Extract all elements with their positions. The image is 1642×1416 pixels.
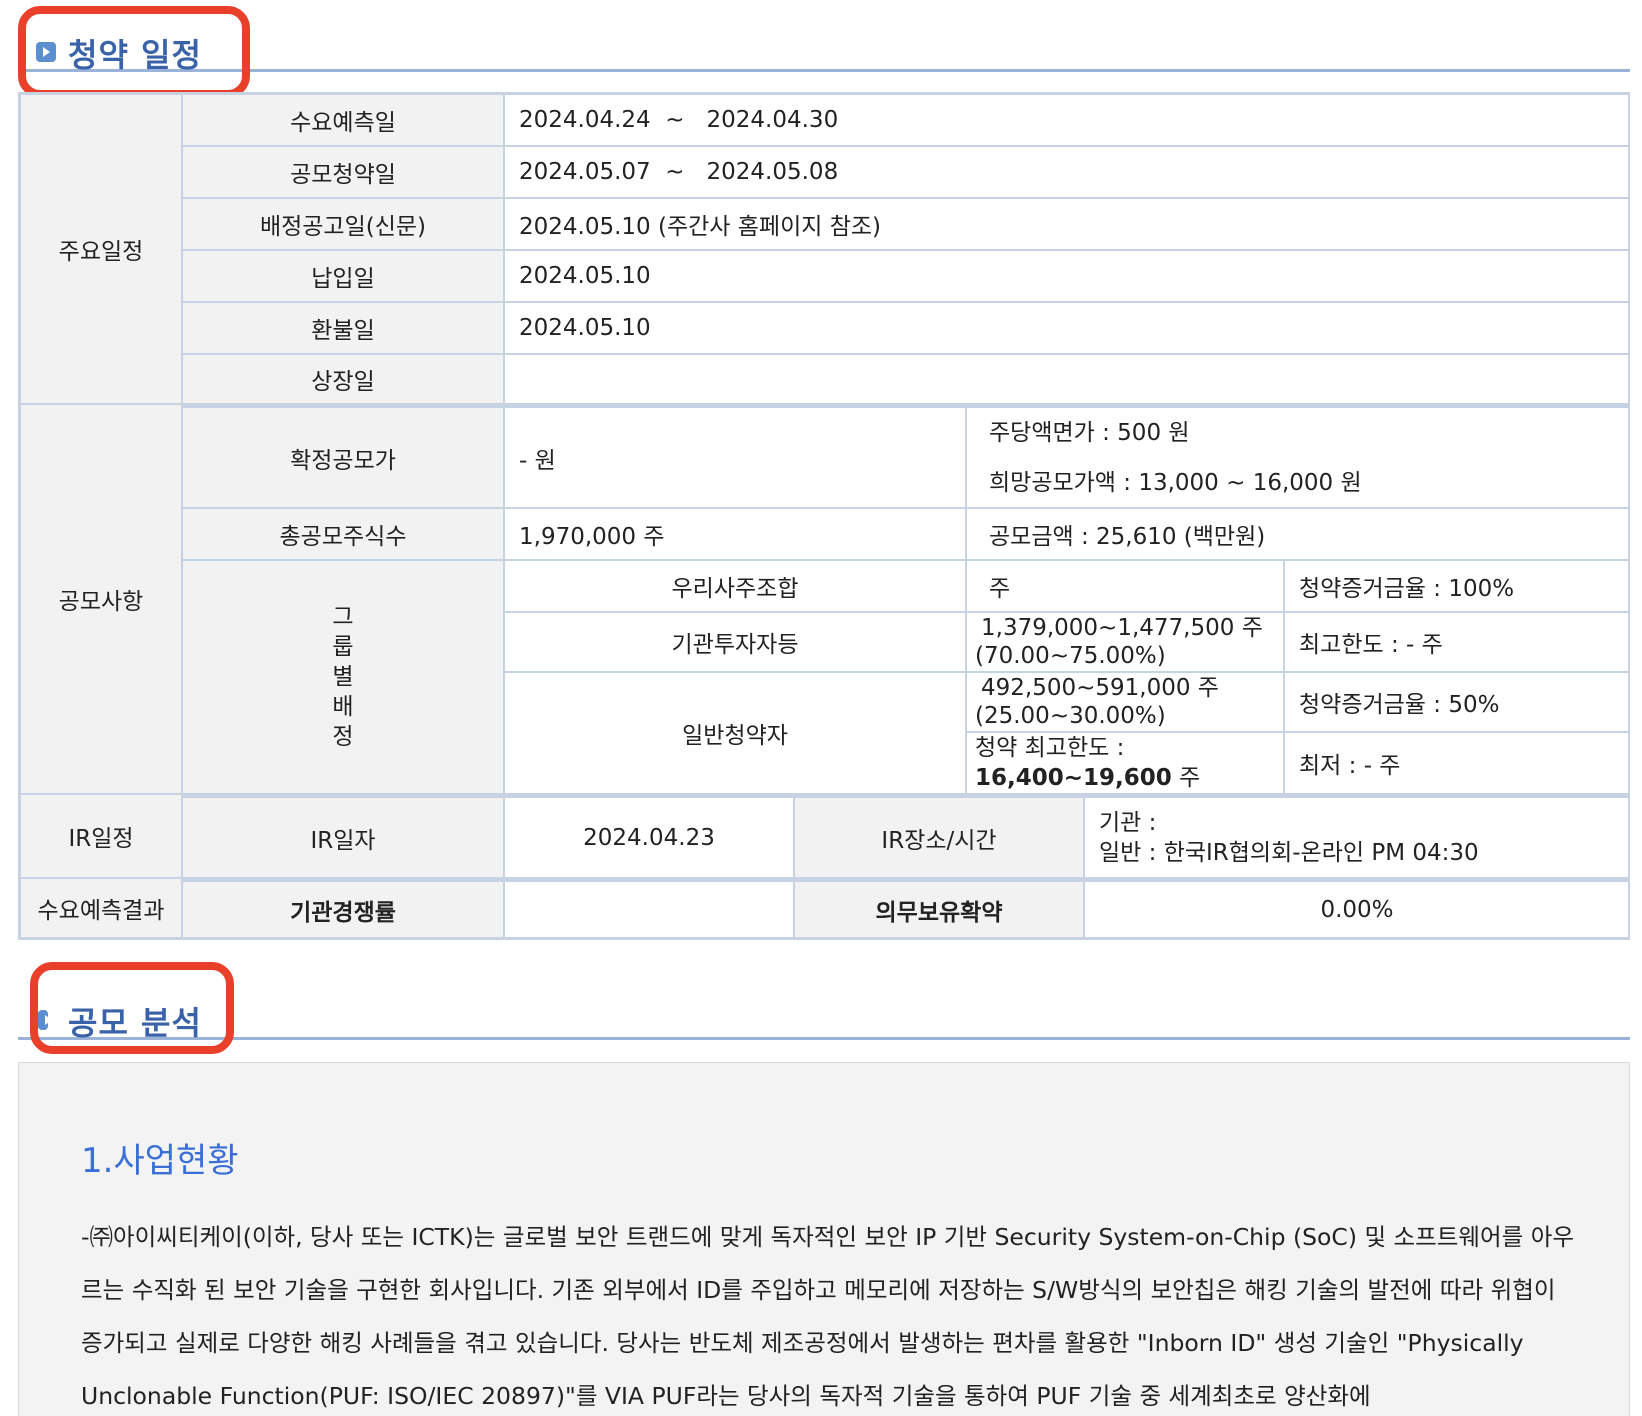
employee-deposit: 청약증거금율 : 100%: [1284, 560, 1630, 612]
retail-label: 일반청약자: [504, 672, 966, 794]
ir-date-value: 2024.04.23: [504, 794, 794, 878]
par-value: 주당액면가 : 500 원: [989, 419, 1190, 446]
row-value: 2024.04.24 ~ 2024.04.30: [504, 94, 1630, 146]
retail-deposit: 청약증거금율 : 50%: [1284, 672, 1630, 732]
retail-max-label: 청약 최고한도 :: [975, 735, 1125, 761]
row-value: 2024.05.10 (주간사 홈페이지 참조): [504, 198, 1630, 250]
allocation-group-label: 그 룹 별 배 정: [182, 560, 504, 794]
ir-place-label: IR장소/시간: [794, 794, 1084, 878]
final-price-value: - 원: [504, 404, 966, 508]
row-label: 상장일: [182, 354, 504, 404]
institution-shares: 1,379,000~1,477,500 주 (70.00~75.00%): [966, 612, 1284, 672]
analysis-section-header: 공모 분석: [18, 980, 1630, 1042]
ir-place-institution: 기관 :: [1099, 809, 1157, 836]
total-shares-value: 1,970,000 주: [504, 508, 966, 560]
allocation-label-char: 룹: [332, 634, 354, 660]
row-label: 공모청약일: [182, 146, 504, 198]
row-label: 수요예측일: [182, 94, 504, 146]
desired-price: 희망공모가액 : 13,000 ~ 16,000 원: [989, 469, 1362, 496]
allocation-label-char: 정: [332, 724, 354, 750]
retail-shares-value: 492,500~591,000 주: [981, 675, 1219, 701]
row-label: 배정공고일(신문): [182, 198, 504, 250]
row-value: 2024.05.10: [504, 250, 1630, 302]
allocation-label-char: 배: [332, 694, 354, 720]
schedule-section-header: 청약 일정: [18, 12, 1630, 74]
allocation-label-char: 별: [332, 664, 354, 690]
lockup-value: 0.00%: [1084, 878, 1630, 938]
institution-label: 기관투자자등: [504, 612, 966, 672]
row-label: 납입일: [182, 250, 504, 302]
institution-pct: (70.00~75.00%): [975, 643, 1166, 669]
retail-max: 청약 최고한도 : 16,400~19,600 주: [966, 732, 1284, 794]
ir-date-label: IR일자: [182, 794, 504, 878]
institution-limit: 최고한도 : - 주: [1284, 612, 1630, 672]
row-value: 2024.05.07 ~ 2024.05.08: [504, 146, 1630, 198]
ir-place-general: 일반 : 한국IR협의회-온라인 PM 04:30: [1099, 839, 1479, 866]
highlight-box-analysis: [30, 962, 234, 1054]
offer-amount: 공모금액 : 25,610 (백만원): [966, 508, 1630, 560]
retail-min: 최저 : - 주: [1284, 732, 1630, 794]
retail-max-line: 16,400~19,600 주: [975, 763, 1200, 793]
allocation-label-char: 그: [332, 604, 354, 630]
competition-value: [504, 878, 794, 938]
highlight-box-schedule: [18, 6, 250, 98]
ir-group-label: IR일정: [20, 794, 182, 878]
employee-label: 우리사주조합: [504, 560, 966, 612]
offering-group-label: 공모사항: [20, 404, 182, 794]
price-info: 주당액면가 : 500 원 희망공모가액 : 13,000 ~ 16,000 원: [966, 404, 1630, 508]
analysis-heading: 1.사업현황: [81, 1141, 239, 1181]
competition-label: 기관경쟁률: [182, 878, 504, 938]
retail-pct: (25.00~30.00%): [975, 703, 1166, 729]
analysis-paragraph: -㈜아이씨티케이(이하, 당사 또는 ICTK)는 글로벌 보안 트랜드에 맞게…: [81, 1223, 1574, 1410]
row-value: 2024.05.10: [504, 302, 1630, 354]
main-schedule-group-label: 주요일정: [20, 94, 182, 404]
final-price-label: 확정공모가: [182, 404, 504, 508]
retail-shares: 492,500~591,000 주 (25.00~30.00%): [966, 672, 1284, 732]
demand-result-group-label: 수요예측결과: [20, 878, 182, 938]
row-value: [504, 354, 1630, 404]
analysis-panel: 1.사업현황 -㈜아이씨티케이(이하, 당사 또는 ICTK)는 글로벌 보안 …: [18, 1062, 1630, 1416]
ir-place-value: 기관 : 일반 : 한국IR협의회-온라인 PM 04:30: [1084, 794, 1630, 878]
schedule-table: 주요일정 수요예측일 2024.04.24 ~ 2024.04.30 공모청약일…: [18, 92, 1630, 940]
employee-shares: 주: [966, 560, 1284, 612]
row-label: 환불일: [182, 302, 504, 354]
total-shares-label: 총공모주식수: [182, 508, 504, 560]
retail-max-value: 16,400~19,600: [975, 765, 1172, 791]
institution-shares-value: 1,379,000~1,477,500 주: [981, 615, 1263, 641]
lockup-label: 의무보유확약: [794, 878, 1084, 938]
retail-max-unit: 주: [1171, 765, 1201, 791]
